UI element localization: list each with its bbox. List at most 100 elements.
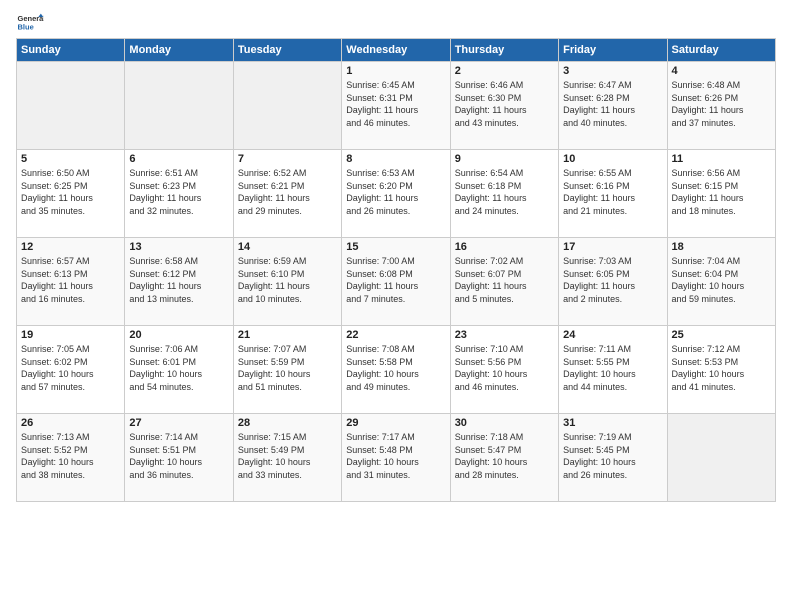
- calendar-cell: 3 Sunrise: 6:47 AM Sunset: 6:28 PM Daylig…: [559, 62, 667, 150]
- calendar-cell: 5Sunrise: 6:50 AM Sunset: 6:25 PM Daylig…: [17, 150, 125, 238]
- calendar-cell: 13Sunrise: 6:58 AM Sunset: 6:12 PM Dayli…: [125, 238, 233, 326]
- day-number: 18: [672, 241, 771, 253]
- calendar-cell: 18 Sunrise: 7:04 AM Sunset: 6:04 PM Dayli…: [667, 238, 775, 326]
- day-content: Sunrise: 7:17 AM Sunset: 5:48 PM Dayligh…: [346, 431, 445, 481]
- weekday-header-friday: Friday: [559, 39, 667, 62]
- day-content: Sunrise: 6:53 AM Sunset: 6:20 PM Dayligh…: [346, 167, 445, 217]
- weekday-header-row: SundayMondayTuesdayWednesdayThursdayFrid…: [17, 39, 776, 62]
- calendar-table: SundayMondayTuesdayWednesdayThursdayFrid…: [16, 38, 776, 502]
- calendar-cell: 30 Sunrise: 7:18 AM Sunset: 5:47 PM Dayli…: [450, 414, 558, 502]
- calendar-cell: 4 Sunrise: 6:48 AM Sunset: 6:26 PM Daylig…: [667, 62, 775, 150]
- calendar-cell: 14 Sunrise: 6:59 AM Sunset: 6:10 PM Dayli…: [233, 238, 341, 326]
- calendar-cell: 1 Sunrise: 6:45 AM Sunset: 6:31 PM Daylig…: [342, 62, 450, 150]
- day-content: Sunrise: 6:45 AM Sunset: 6:31 PM Dayligh…: [346, 79, 445, 129]
- weekday-header-tuesday: Tuesday: [233, 39, 341, 62]
- calendar-cell: 19Sunrise: 7:05 AM Sunset: 6:02 PM Dayli…: [17, 326, 125, 414]
- calendar-cell: 6 Sunrise: 6:51 AM Sunset: 6:23 PM Daylig…: [125, 150, 233, 238]
- weekday-header-saturday: Saturday: [667, 39, 775, 62]
- day-number: 29: [346, 417, 445, 429]
- day-content: Sunrise: 7:12 AM Sunset: 5:53 PM Dayligh…: [672, 343, 771, 393]
- weekday-header-wednesday: Wednesday: [342, 39, 450, 62]
- day-number: 28: [238, 417, 337, 429]
- day-content: Sunrise: 7:13 AM Sunset: 5:52 PM Dayligh…: [21, 431, 120, 481]
- calendar-cell: 21Sunrise: 7:07 AM Sunset: 5:59 PM Dayli…: [233, 326, 341, 414]
- calendar-cell: 23 Sunrise: 7:10 AM Sunset: 5:56 PM Dayli…: [450, 326, 558, 414]
- day-number: 22: [346, 329, 445, 341]
- day-number: 17: [563, 241, 662, 253]
- day-content: Sunrise: 6:54 AM Sunset: 6:18 PM Dayligh…: [455, 167, 554, 217]
- day-content: Sunrise: 7:10 AM Sunset: 5:56 PM Dayligh…: [455, 343, 554, 393]
- day-content: Sunrise: 6:59 AM Sunset: 6:10 PM Dayligh…: [238, 255, 337, 305]
- day-content: Sunrise: 7:04 AM Sunset: 6:04 PM Dayligh…: [672, 255, 771, 305]
- day-content: Sunrise: 7:19 AM Sunset: 5:45 PM Dayligh…: [563, 431, 662, 481]
- day-number: 26: [21, 417, 120, 429]
- calendar-cell: 29 Sunrise: 7:17 AM Sunset: 5:48 PM Dayli…: [342, 414, 450, 502]
- calendar-cell: 28 Sunrise: 7:15 AM Sunset: 5:49 PM Dayli…: [233, 414, 341, 502]
- calendar-cell: 16 Sunrise: 7:02 AM Sunset: 6:07 PM Dayli…: [450, 238, 558, 326]
- day-content: Sunrise: 7:18 AM Sunset: 5:47 PM Dayligh…: [455, 431, 554, 481]
- day-content: Sunrise: 7:08 AM Sunset: 5:58 PM Dayligh…: [346, 343, 445, 393]
- calendar-cell: 17 Sunrise: 7:03 AM Sunset: 6:05 PM Dayli…: [559, 238, 667, 326]
- day-number: 7: [238, 153, 337, 165]
- day-number: 14: [238, 241, 337, 253]
- day-content: Sunrise: 7:02 AM Sunset: 6:07 PM Dayligh…: [455, 255, 554, 305]
- day-number: 11: [672, 153, 771, 165]
- calendar-cell: 26 Sunrise: 7:13 AM Sunset: 5:52 PM Dayli…: [17, 414, 125, 502]
- day-number: 6: [129, 153, 228, 165]
- calendar-cell: [233, 62, 341, 150]
- week-row-1: 1 Sunrise: 6:45 AM Sunset: 6:31 PM Daylig…: [17, 62, 776, 150]
- day-content: Sunrise: 6:51 AM Sunset: 6:23 PM Dayligh…: [129, 167, 228, 217]
- day-number: 24: [563, 329, 662, 341]
- day-number: 19: [21, 329, 120, 341]
- logo: General Blue: [16, 12, 48, 32]
- calendar-cell: 22 Sunrise: 7:08 AM Sunset: 5:58 PM Dayli…: [342, 326, 450, 414]
- day-number: 2: [455, 65, 554, 77]
- day-number: 23: [455, 329, 554, 341]
- week-row-2: 5Sunrise: 6:50 AM Sunset: 6:25 PM Daylig…: [17, 150, 776, 238]
- page-container: General Blue SundayMondayTuesdayWednesda…: [0, 0, 792, 510]
- day-content: Sunrise: 6:57 AM Sunset: 6:13 PM Dayligh…: [21, 255, 120, 305]
- day-content: Sunrise: 6:46 AM Sunset: 6:30 PM Dayligh…: [455, 79, 554, 129]
- day-number: 31: [563, 417, 662, 429]
- calendar-cell: 7Sunrise: 6:52 AM Sunset: 6:21 PM Daylig…: [233, 150, 341, 238]
- week-row-3: 12 Sunrise: 6:57 AM Sunset: 6:13 PM Dayli…: [17, 238, 776, 326]
- day-content: Sunrise: 7:07 AM Sunset: 5:59 PM Dayligh…: [238, 343, 337, 393]
- day-number: 30: [455, 417, 554, 429]
- day-number: 1: [346, 65, 445, 77]
- day-content: Sunrise: 6:48 AM Sunset: 6:26 PM Dayligh…: [672, 79, 771, 129]
- day-content: Sunrise: 7:14 AM Sunset: 5:51 PM Dayligh…: [129, 431, 228, 481]
- calendar-cell: 9 Sunrise: 6:54 AM Sunset: 6:18 PM Daylig…: [450, 150, 558, 238]
- day-number: 27: [129, 417, 228, 429]
- calendar-cell: 10Sunrise: 6:55 AM Sunset: 6:16 PM Dayli…: [559, 150, 667, 238]
- day-content: Sunrise: 6:50 AM Sunset: 6:25 PM Dayligh…: [21, 167, 120, 217]
- calendar-cell: [125, 62, 233, 150]
- day-number: 13: [129, 241, 228, 253]
- calendar-cell: 24Sunrise: 7:11 AM Sunset: 5:55 PM Dayli…: [559, 326, 667, 414]
- day-content: Sunrise: 6:47 AM Sunset: 6:28 PM Dayligh…: [563, 79, 662, 129]
- day-content: Sunrise: 7:15 AM Sunset: 5:49 PM Dayligh…: [238, 431, 337, 481]
- week-row-4: 19Sunrise: 7:05 AM Sunset: 6:02 PM Dayli…: [17, 326, 776, 414]
- week-row-5: 26 Sunrise: 7:13 AM Sunset: 5:52 PM Dayli…: [17, 414, 776, 502]
- day-content: Sunrise: 7:00 AM Sunset: 6:08 PM Dayligh…: [346, 255, 445, 305]
- day-number: 4: [672, 65, 771, 77]
- day-number: 8: [346, 153, 445, 165]
- calendar-cell: 11 Sunrise: 6:56 AM Sunset: 6:15 PM Dayli…: [667, 150, 775, 238]
- calendar-cell: [667, 414, 775, 502]
- day-number: 16: [455, 241, 554, 253]
- logo-icon: General Blue: [16, 12, 44, 32]
- calendar-cell: 31 Sunrise: 7:19 AM Sunset: 5:45 PM Dayli…: [559, 414, 667, 502]
- day-number: 12: [21, 241, 120, 253]
- day-content: Sunrise: 6:56 AM Sunset: 6:15 PM Dayligh…: [672, 167, 771, 217]
- calendar-cell: 2 Sunrise: 6:46 AM Sunset: 6:30 PM Daylig…: [450, 62, 558, 150]
- calendar-cell: 15 Sunrise: 7:00 AM Sunset: 6:08 PM Dayli…: [342, 238, 450, 326]
- day-content: Sunrise: 6:55 AM Sunset: 6:16 PM Dayligh…: [563, 167, 662, 217]
- day-number: 15: [346, 241, 445, 253]
- day-number: 3: [563, 65, 662, 77]
- day-content: Sunrise: 7:06 AM Sunset: 6:01 PM Dayligh…: [129, 343, 228, 393]
- svg-text:Blue: Blue: [18, 23, 34, 32]
- day-number: 9: [455, 153, 554, 165]
- weekday-header-sunday: Sunday: [17, 39, 125, 62]
- day-content: Sunrise: 7:03 AM Sunset: 6:05 PM Dayligh…: [563, 255, 662, 305]
- day-number: 20: [129, 329, 228, 341]
- calendar-cell: 20 Sunrise: 7:06 AM Sunset: 6:01 PM Dayli…: [125, 326, 233, 414]
